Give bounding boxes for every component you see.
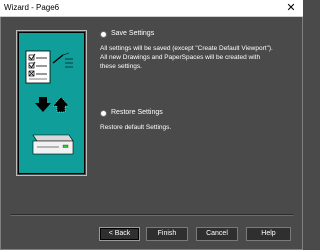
cancel-button[interactable]: Cancel (196, 227, 238, 241)
restore-settings-label[interactable]: Restore Settings (111, 109, 163, 116)
transfer-arrows-icon (35, 96, 70, 113)
save-description-line-3: these settings. (100, 63, 142, 70)
restore-settings-description: Restore default Settings. (100, 124, 172, 131)
button-separator (11, 214, 293, 216)
save-settings-description: All settings will be saved (except "Crea… (100, 44, 300, 71)
window-title: Wizard - Page6 (4, 3, 60, 12)
save-settings-radio[interactable] (100, 31, 107, 38)
help-button[interactable]: Help (246, 227, 291, 241)
save-settings-label[interactable]: Save Settings (111, 30, 154, 37)
pen-icon (52, 52, 73, 68)
checklist-document-icon (25, 50, 51, 84)
save-description-line-2: All new Drawings and PaperSpaces will be… (100, 54, 261, 61)
back-button[interactable]: < Back (99, 227, 140, 241)
finish-button[interactable]: Finish (146, 227, 188, 241)
disk-drive-icon (32, 134, 74, 155)
close-icon[interactable]: ✕ (285, 2, 297, 14)
wizard-illustration (16, 30, 87, 176)
restore-settings-radio[interactable] (100, 110, 107, 117)
save-description-line-1: All settings will be saved (except "Crea… (100, 45, 273, 52)
title-bar: Wizard - Page6 ✕ (0, 0, 303, 17)
